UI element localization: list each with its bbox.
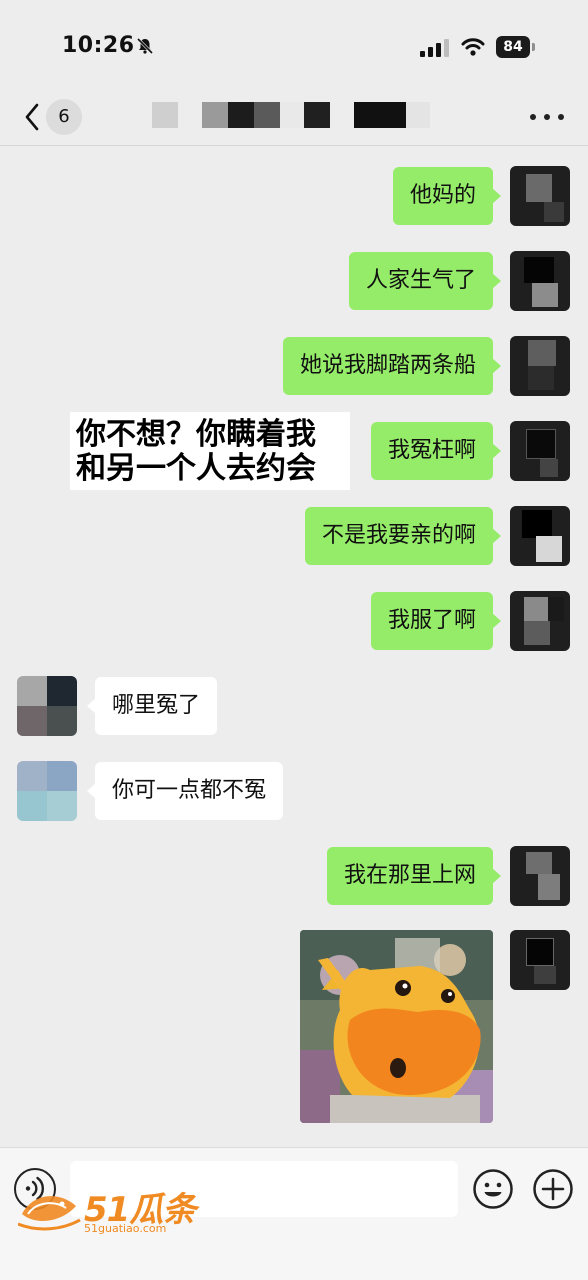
cellular-signal-icon [420, 39, 449, 57]
status-time: 10:26 [62, 33, 135, 58]
my-avatar[interactable] [510, 166, 570, 226]
message-bubble-sent[interactable]: 她说我脚踏两条船 [282, 337, 502, 395]
my-avatar[interactable] [510, 591, 570, 651]
my-avatar[interactable] [510, 506, 570, 566]
plus-icon[interactable] [532, 1168, 574, 1210]
sticker-image[interactable] [300, 930, 493, 1123]
status-bar: 10:26 84 [0, 0, 588, 90]
ellipsis-icon[interactable] [530, 102, 564, 132]
battery-level: 84 [496, 36, 530, 58]
message-bubble-received[interactable]: 哪里冤了 [86, 677, 218, 735]
unread-count-badge[interactable]: 6 [46, 99, 82, 135]
emoji-icon[interactable] [472, 1168, 514, 1210]
chat-header: 6 [0, 88, 588, 146]
wifi-icon [461, 38, 485, 56]
watermark-url: 51guatiao.com [84, 1222, 167, 1235]
my-avatar[interactable] [510, 846, 570, 906]
contact-avatar[interactable] [17, 676, 77, 736]
overlay-caption-line1: 你不想？你瞒着我 [76, 417, 316, 452]
message-bubble-received[interactable]: 你可一点都不冤 [86, 762, 284, 820]
message-bubble-sent[interactable]: 人家生气了 [348, 252, 502, 310]
battery-icon: 84 [496, 36, 536, 58]
message-bubble-sent[interactable]: 我冤枉啊 [370, 422, 502, 480]
message-row: 他妈的 [0, 166, 588, 226]
message-row [0, 930, 588, 1124]
my-avatar[interactable] [510, 930, 570, 990]
message-row: 你可一点都不冤 [0, 761, 588, 821]
my-avatar[interactable] [510, 251, 570, 311]
overlay-caption-line2: 和另一个人去约会 [76, 451, 316, 486]
message-row: 人家生气了 [0, 251, 588, 311]
watermark-logo: 51瓜条 51guatiao.com [18, 1178, 208, 1240]
message-row: 我服了啊 [0, 591, 588, 651]
contact-avatar[interactable] [17, 761, 77, 821]
watermark-fish-icon [18, 1196, 81, 1231]
chat-title-redacted [150, 100, 440, 130]
message-bubble-sent[interactable]: 我在那里上网 [326, 847, 502, 905]
message-bubble-sent[interactable]: 我服了啊 [370, 592, 502, 650]
bell-muted-icon [136, 37, 154, 55]
message-row: 她说我脚踏两条船 [0, 336, 588, 396]
message-row: 哪里冤了 [0, 676, 588, 736]
message-bubble-sent[interactable]: 他妈的 [392, 167, 502, 225]
message-bubble-sent[interactable]: 不是我要亲的啊 [304, 507, 502, 565]
message-row: 不是我要亲的啊 [0, 506, 588, 566]
overlay-caption: 你不想？你瞒着我 和另一个人去约会 [70, 412, 350, 490]
my-avatar[interactable] [510, 336, 570, 396]
my-avatar[interactable] [510, 421, 570, 481]
chevron-left-icon[interactable] [22, 102, 42, 132]
message-row: 我在那里上网 [0, 846, 588, 906]
